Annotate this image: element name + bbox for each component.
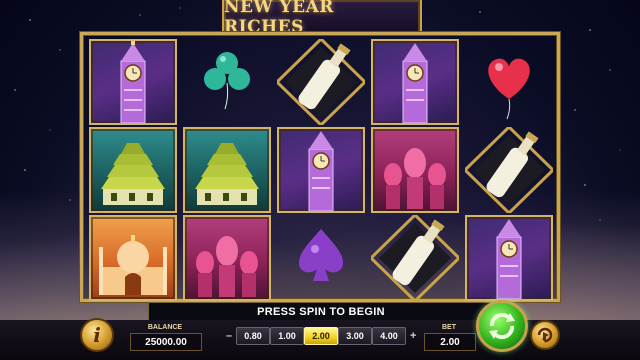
status-message: PRESS SPIN TO BEGIN [257,306,385,318]
bet-option[interactable]: 1.00 [270,327,304,345]
symbol-spade-balloon [277,215,365,301]
symbol-moscow-cathedral [371,127,459,213]
symbol-champagne [277,39,365,125]
bet-decrease-button[interactable]: – [226,330,232,342]
symbol-big-ben [371,39,459,125]
symbol-heart-balloon [465,39,553,125]
status-message-bar: PRESS SPIN TO BEGIN [148,302,494,322]
symbol-osaka-castle [89,127,177,213]
info-button[interactable]: i [80,318,114,352]
bet-value: 2.00 [424,333,476,351]
bet-option-selected[interactable]: 2.00 [304,327,338,345]
bet-option[interactable]: 4.00 [372,327,406,345]
symbol-champagne [465,127,553,213]
symbol-moscow-cathedral [183,215,271,301]
game-title-plaque: NEW YEAR RICHES [222,0,422,37]
symbol-osaka-castle [183,127,271,213]
spin-button[interactable] [476,300,528,352]
balance-value: 25000.00 [130,333,202,351]
bet-label: BET [442,324,456,331]
info-icon: i [93,323,101,347]
autoplay-button[interactable] [530,320,560,350]
symbol-big-ben [277,127,365,213]
bet-option[interactable]: 3.00 [338,327,372,345]
symbol-clover-balloon [183,39,271,125]
spin-arrows-icon [489,312,515,340]
reel-area [80,32,560,302]
symbol-taj-mahal [89,215,177,301]
bet-increase-button[interactable]: + [410,330,416,342]
bet-option[interactable]: 0.80 [236,327,270,345]
symbol-champagne [371,215,459,301]
symbol-big-ben [465,215,553,301]
autoplay-icon [537,327,553,343]
balance-label: BALANCE [147,324,183,331]
symbol-big-ben [89,39,177,125]
